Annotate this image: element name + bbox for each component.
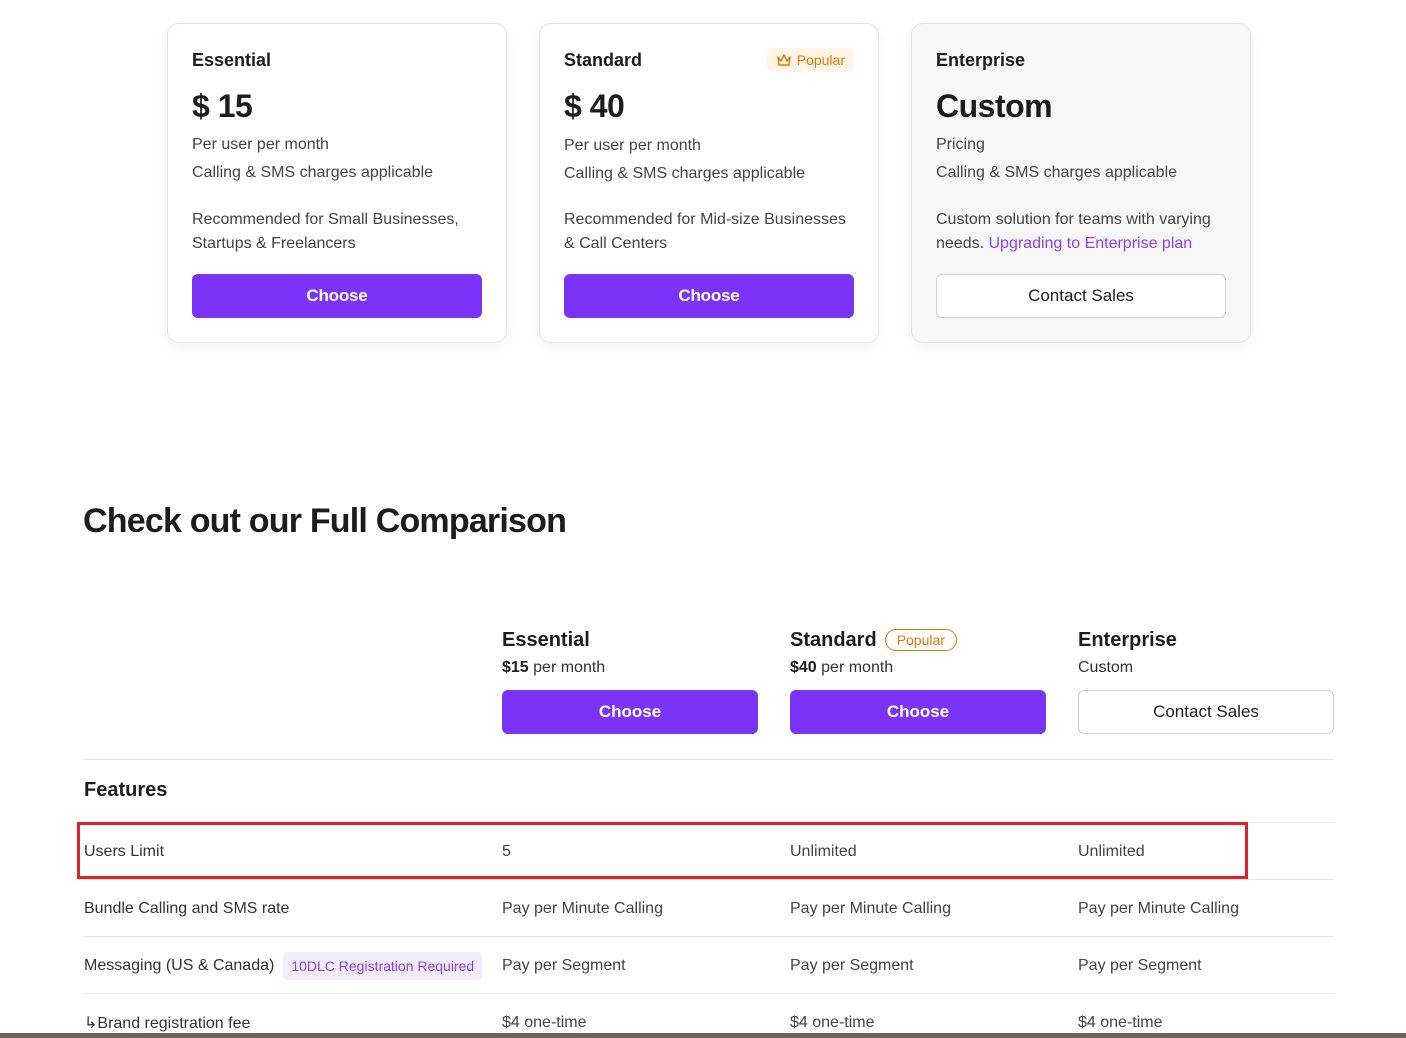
column-plan-name-text: Standard [790,628,877,651]
plan-card-essential: Essential $ 15 Per user per month Callin… [167,23,507,343]
column-plan-price: $15 per month [502,659,758,681]
choose-standard-button[interactable]: Choose [564,274,854,318]
feature-name: Messaging (US & Canada) [84,956,275,974]
plan-recommendation: Recommended for Small Businesses, Startu… [192,211,459,252]
feature-name: ↳Brand registration fee [84,1014,251,1032]
enterprise-value: Pay per Segment [1078,956,1202,974]
plan-price: Custom [936,88,1053,124]
plan-billing-unit: Pricing [936,136,985,153]
choose-essential-button[interactable]: Choose [192,274,482,318]
table-row: ↳Brand registration fee $4 one-time $4 o… [84,994,1334,1038]
standard-value: Unlimited [790,842,857,860]
plan-charges-note: Calling & SMS charges applicable [192,164,434,181]
feature-name: Users Limit [84,842,165,860]
standard-value: Pay per Segment [790,956,914,974]
popular-badge: Popular [766,48,854,72]
column-plan-name: Enterprise [1078,626,1334,654]
plan-price: $ 15 [192,88,253,124]
table-row: Messaging (US & Canada) 10DLC Registrati… [84,937,1334,994]
column-plan-price: Custom [1078,659,1334,681]
compare-choose-standard-button[interactable]: Choose [790,690,1046,734]
divider [84,759,1334,760]
plan-card-enterprise: Enterprise Custom Pricing Calling & SMS … [911,23,1251,343]
column-plan-name: Standard Popular [790,626,1046,654]
compare-choose-essential-button[interactable]: Choose [502,690,758,734]
plan-name: Enterprise [936,50,1026,70]
plan-price: $ 40 [564,88,625,124]
column-price-unit: Custom [1078,659,1134,676]
column-price-unit: per month [528,659,606,676]
plan-billing-unit: Per user per month [564,137,701,154]
plan-billing-unit: Per user per month [192,136,329,153]
essential-value: Pay per Minute Calling [502,899,663,917]
table-row: Bundle Calling and SMS rate Pay per Minu… [84,880,1334,937]
compare-contact-sales-button[interactable]: Contact Sales [1078,690,1334,734]
crown-icon [776,54,791,66]
features-heading: Features [84,779,168,801]
comparison-column-essential: Essential $15 per month Choose [502,626,758,734]
plan-card-standard: Standard Popular $ 40 Per user per month… [539,23,879,343]
essential-value: Pay per Segment [502,956,626,974]
column-plan-name-text: Essential [502,628,590,651]
standard-value: Pay per Minute Calling [790,899,951,917]
plan-charges-note: Calling & SMS charges applicable [936,164,1178,181]
registration-required-badge: 10DLC Registration Required [283,951,483,980]
standard-value: $4 one-time [790,1013,875,1031]
enterprise-value: Unlimited [1078,842,1145,860]
enterprise-upgrade-link[interactable]: Upgrading to Enterprise plan [989,235,1193,252]
table-row: Users Limit 5 Unlimited Unlimited [84,823,1334,880]
feature-name-wrapper: Messaging (US & Canada) 10DLC Registrati… [84,937,483,994]
comparison-title: Check out our Full Comparison [83,502,567,540]
enterprise-value: Pay per Minute Calling [1078,899,1239,917]
popular-badge: Popular [884,629,957,651]
plan-recommendation: Custom solution for teams with varying n… [936,208,1228,256]
essential-value: $4 one-time [502,1013,587,1031]
comparison-column-enterprise: Enterprise Custom Contact Sales [1078,626,1334,734]
plan-recommendation: Recommended for Mid-size Businesses & Ca… [564,211,846,252]
enterprise-value: $4 one-time [1078,1013,1163,1031]
column-price-amount: $15 [502,659,529,676]
plan-name: Standard [564,50,643,70]
plan-name: Essential [192,50,272,70]
contact-sales-button[interactable]: Contact Sales [936,274,1226,318]
background-image-strip [0,1033,1406,1038]
comparison-column-standard: Standard Popular $40 per month Choose [790,626,1046,734]
column-plan-price: $40 per month [790,659,1046,681]
feature-name: Bundle Calling and SMS rate [84,899,290,917]
column-price-unit: per month [816,659,894,676]
popular-badge-label: Popular [796,52,845,68]
column-plan-name: Essential [502,626,758,654]
column-price-amount: $40 [790,659,817,676]
plan-charges-note: Calling & SMS charges applicable [564,165,806,182]
column-plan-name-text: Enterprise [1078,628,1177,651]
essential-value: 5 [502,842,511,860]
